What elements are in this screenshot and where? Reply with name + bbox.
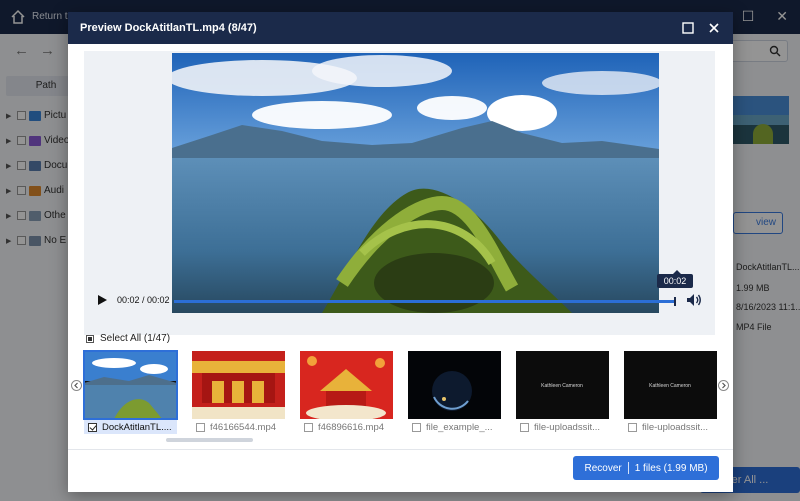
recover-button-label: Recover <box>584 462 622 474</box>
thumbnail-checkbox[interactable] <box>412 422 421 432</box>
thumbnail-scrollbar[interactable] <box>166 438 253 442</box>
thumbnail-caption: Kathleen Cameron <box>541 383 583 389</box>
maximize-icon[interactable] <box>681 21 695 35</box>
dialog-title: Preview DockAtitlanTL.mp4 (8/47) <box>80 22 257 34</box>
preview-dialog: Preview DockAtitlanTL.mp4 (8/47) 00:02 /… <box>68 12 733 492</box>
thumbnail-checkbox[interactable] <box>88 422 97 432</box>
select-all-label: Select All (1/47) <box>100 333 171 344</box>
dialog-title-bar: Preview DockAtitlanTL.mp4 (8/47) <box>68 12 733 44</box>
thumbnail-label-row: f46166544.mp4 <box>192 420 285 434</box>
thumbnail-name: DockAtitlanTL.... <box>102 421 172 433</box>
seek-time-tooltip: 00:02 <box>657 270 693 288</box>
player-controls: 00:02 / 00:02 <box>84 289 715 313</box>
seek-bar[interactable] <box>174 297 676 306</box>
video-viewer: 00:02 / 00:02 <box>84 51 715 335</box>
seek-progress <box>174 300 676 303</box>
thumbnail-name: file_example_... <box>426 421 493 433</box>
thumbnail-label-row: file-uploadssit... <box>516 420 609 434</box>
thumbnail-name: file-uploadssit... <box>534 421 601 433</box>
thumbnail-name: f46896616.mp4 <box>318 421 385 433</box>
volume-icon[interactable] <box>686 293 702 307</box>
scroll-right-icon[interactable] <box>718 380 729 391</box>
scroll-left-icon[interactable] <box>71 380 82 391</box>
seek-handle[interactable] <box>674 297 676 306</box>
recover-button-separator <box>627 462 629 474</box>
close-icon[interactable] <box>707 21 721 35</box>
select-all-checkbox[interactable]: Select All (1/47) <box>86 333 170 344</box>
recover-button[interactable]: Recover 1 files (1.99 MB) <box>573 456 719 480</box>
thumbnail-name: f46166544.mp4 <box>210 421 277 433</box>
select-all-box[interactable] <box>86 334 94 343</box>
play-icon[interactable] <box>96 294 108 306</box>
thumbnail-label-row: file-uploadssit... <box>624 420 717 434</box>
thumbnail-label-row: f46896616.mp4 <box>300 420 393 434</box>
thumbnail-name: file-uploadssit... <box>642 421 709 433</box>
thumbnail-item[interactable]: f46166544.mp4 <box>192 351 285 435</box>
video-frame[interactable] <box>172 53 659 313</box>
thumbnail-image[interactable] <box>192 351 285 419</box>
thumbnail-caption: Kathleen Cameron <box>649 383 691 389</box>
thumbnail-item[interactable]: DockAtitlanTL.... <box>83 350 178 435</box>
thumbnail-strip: DockAtitlanTL.... f46166544.mp4 f4689661… <box>83 350 718 435</box>
playback-time: 00:02 / 00:02 <box>117 295 170 305</box>
thumbnail-item[interactable]: f46896616.mp4 <box>300 351 393 435</box>
thumbnail-image[interactable]: Kathleen Cameron <box>516 351 609 419</box>
thumbnail-image[interactable]: Kathleen Cameron <box>624 351 717 419</box>
thumbnail-label-row: file_example_... <box>408 420 501 434</box>
footer-divider <box>68 449 733 450</box>
thumbnail-item[interactable]: Kathleen Cameron file-uploadssit... <box>624 351 717 435</box>
recover-button-detail: 1 files (1.99 MB) <box>634 462 708 474</box>
thumbnail-checkbox[interactable] <box>520 422 529 432</box>
thumbnail-checkbox[interactable] <box>196 422 205 432</box>
thumbnail-label-row: DockAtitlanTL.... <box>84 420 177 434</box>
thumbnail-image[interactable] <box>83 350 178 420</box>
thumbnail-item[interactable]: Kathleen Cameron file-uploadssit... <box>516 351 609 435</box>
thumbnail-item[interactable]: file_example_... <box>408 351 501 435</box>
thumbnail-checkbox[interactable] <box>304 422 313 432</box>
thumbnail-image[interactable] <box>408 351 501 419</box>
thumbnail-checkbox[interactable] <box>628 422 637 432</box>
thumbnail-image[interactable] <box>300 351 393 419</box>
